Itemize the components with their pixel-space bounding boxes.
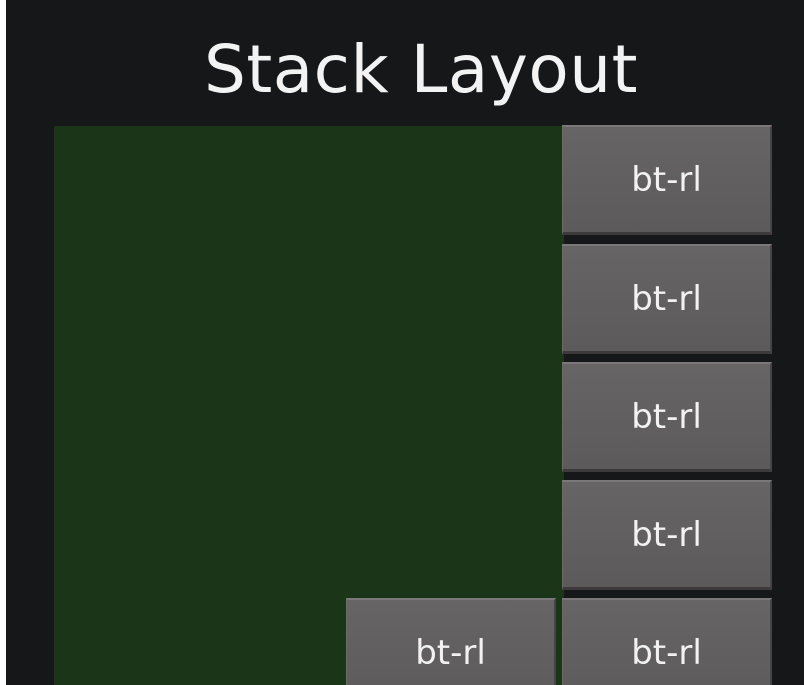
app-screen: Stack Layout bt-rl bt-rl bt-rl bt-rl bt-… (6, 0, 804, 685)
stack-button-2[interactable]: bt-rl (562, 244, 772, 354)
page-title: Stack Layout (203, 31, 639, 108)
stack-button-5[interactable]: bt-rl (562, 598, 772, 685)
stack-button-1[interactable]: bt-rl (562, 125, 772, 235)
stack-button-4[interactable]: bt-rl (562, 480, 772, 590)
stack-button-3[interactable]: bt-rl (562, 362, 772, 472)
stack-button-6[interactable]: bt-rl (346, 598, 556, 685)
